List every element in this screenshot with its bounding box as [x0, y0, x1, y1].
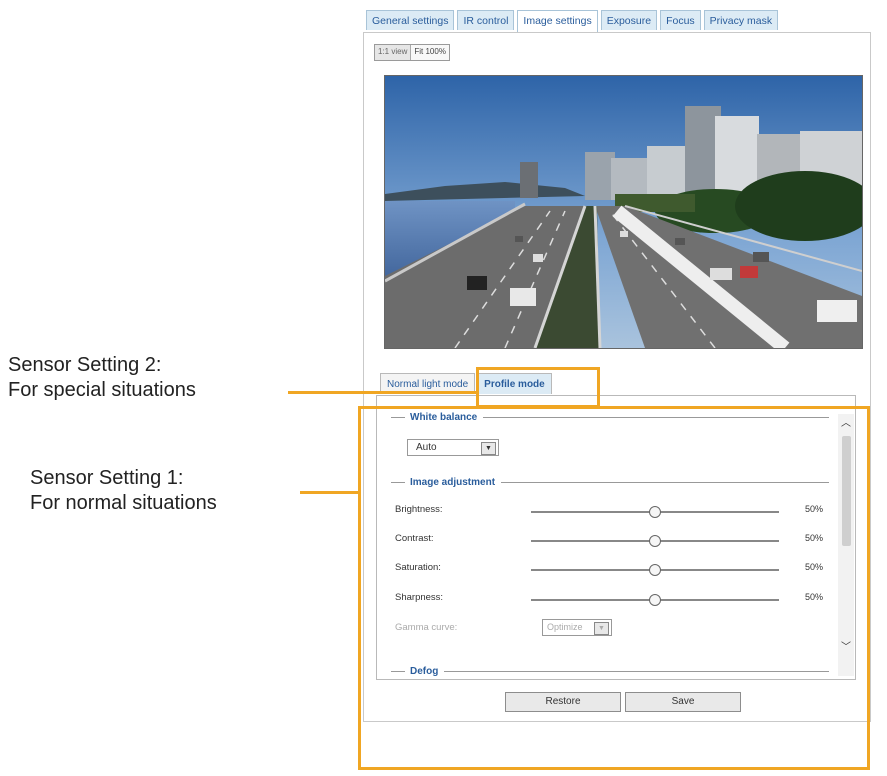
- tab-image-settings[interactable]: Image settings: [517, 10, 598, 33]
- sensor-setting-2-title: Sensor Setting 2:: [8, 354, 162, 376]
- tab-general-settings[interactable]: General settings: [366, 10, 455, 30]
- sensor-setting-1-title: Sensor Setting 1:: [30, 467, 184, 489]
- sensor-setting-1-annotation: Sensor Setting 1: For normal situations: [30, 466, 217, 516]
- view-1to1-button[interactable]: 1:1 view: [375, 45, 410, 60]
- view-fit-button[interactable]: Fit 100%: [410, 45, 449, 60]
- profile-mode-highlight: [476, 367, 600, 408]
- camera-scene-image: [385, 76, 862, 348]
- sensor-setting-2-annotation: Sensor Setting 2: For special situations: [8, 353, 196, 403]
- callout-line-setting-1: [300, 491, 360, 494]
- callout-line-setting-2: [288, 391, 478, 394]
- tab-ir-control[interactable]: IR control: [457, 10, 515, 30]
- normal-mode-highlight: [358, 406, 870, 770]
- camera-preview: [384, 75, 863, 349]
- view-size-toggle: 1:1 view Fit 100%: [374, 44, 450, 61]
- tab-privacy-mask[interactable]: Privacy mask: [703, 10, 779, 30]
- tab-focus[interactable]: Focus: [660, 10, 701, 30]
- tab-exposure[interactable]: Exposure: [600, 10, 658, 30]
- settings-tabs: General settings IR control Image settin…: [366, 10, 779, 33]
- sensor-setting-1-desc: For normal situations: [30, 492, 217, 514]
- sensor-setting-2-desc: For special situations: [8, 379, 196, 401]
